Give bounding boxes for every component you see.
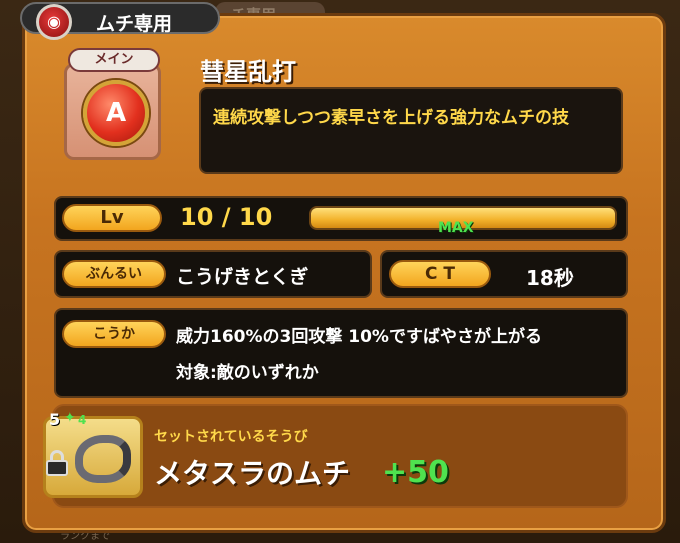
attribute-label: ぶんるい: [62, 260, 166, 288]
equipment-plus-level: 4: [78, 413, 87, 427]
effect-line-2: 対象:敵のいずれか: [176, 363, 319, 383]
skill-description: 連続攻撃しつつ素早さを上げる強力なムチの技: [213, 108, 569, 128]
skill-description-box: 連続攻撃しつつ素早さを上げる強力なムチの技: [199, 87, 623, 174]
category-title: ムチ専用: [96, 13, 173, 35]
level-label: Lv: [62, 204, 162, 232]
whip-icon: [75, 435, 131, 483]
equipment-bonus: +50: [382, 455, 449, 490]
effect-label: こうか: [62, 320, 166, 348]
whip-emblem-icon: ◉: [36, 4, 72, 40]
skill-rank-icon: A: [83, 80, 149, 146]
skill-name: 彗星乱打: [200, 58, 296, 86]
equipment-name: メタスラのムチ: [154, 457, 351, 490]
cooldown-label: C T: [389, 260, 491, 288]
cooldown-value: 18秒: [526, 266, 574, 290]
equipment-rank: 5: [49, 410, 61, 429]
equipped-caption: セットされているそうび: [154, 429, 308, 445]
category-header: ◉ ムチ専用: [20, 2, 220, 40]
sparkle-icon: ✦: [64, 410, 76, 426]
max-label: MAX: [438, 220, 474, 236]
attribute-value: こうげきとくぎ: [176, 266, 309, 288]
main-badge: メイン: [68, 48, 160, 72]
effect-line-1: 威力160%の3回攻撃 10%ですばやさが上がる: [176, 327, 542, 347]
level-value: 10 / 10: [180, 203, 273, 231]
skill-rank-letter: A: [105, 98, 127, 128]
lock-icon[interactable]: [46, 450, 68, 476]
